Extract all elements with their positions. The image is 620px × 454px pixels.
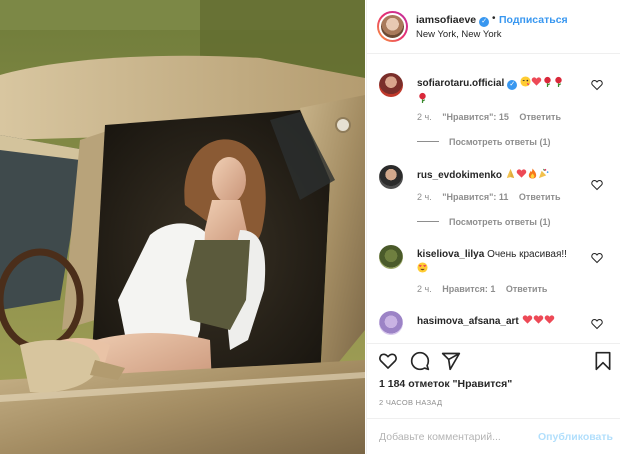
red-heart-icon bbox=[522, 314, 533, 330]
red-heart-icon bbox=[531, 76, 542, 92]
publish-button[interactable]: Опубликовать bbox=[538, 431, 613, 443]
author-username-text[interactable]: iamsofiaeve bbox=[416, 14, 476, 26]
post-action-bar bbox=[367, 343, 620, 375]
author-avatar[interactable] bbox=[377, 11, 408, 42]
post-photo[interactable] bbox=[0, 0, 365, 454]
like-comment-heart-icon[interactable] bbox=[591, 179, 603, 191]
post-timestamp[interactable]: 2 ЧАСОВ НАЗАД bbox=[379, 398, 442, 407]
reply-button[interactable]: Ответить bbox=[519, 192, 561, 202]
comment-meta: 2 ч. "Нравится": 11 Ответить bbox=[417, 192, 569, 202]
fire-icon bbox=[527, 168, 538, 184]
view-replies-label[interactable]: Посмотреть ответы (1) bbox=[449, 217, 550, 227]
instagram-post: iamsofiaeve ✓ • Подписаться New York, New… bbox=[0, 0, 620, 454]
folded-hands-icon bbox=[505, 168, 516, 184]
like-comment-heart-icon[interactable] bbox=[591, 252, 603, 264]
heart-eyes-face-icon bbox=[417, 262, 428, 278]
comment-time: 2 ч. bbox=[417, 112, 432, 122]
rose-icon bbox=[553, 76, 564, 92]
verified-badge-icon: ✓ bbox=[507, 80, 518, 90]
comment-avatar[interactable] bbox=[379, 311, 403, 335]
comments-list[interactable]: sofiarotaru.official ✓ 2 ч. "Нравится": 1… bbox=[367, 55, 620, 343]
comment-text: sofiarotaru.official ✓ bbox=[417, 76, 589, 108]
comment-time: 2 ч. bbox=[417, 192, 432, 202]
red-heart-icon bbox=[544, 314, 555, 330]
comment-avatar[interactable] bbox=[379, 245, 403, 269]
like-comment-heart-icon[interactable] bbox=[591, 318, 603, 330]
comment-username[interactable]: hasimova_afsana_art bbox=[417, 316, 519, 327]
heart-icon[interactable] bbox=[378, 351, 398, 371]
reply-button[interactable]: Ответить bbox=[519, 112, 561, 122]
author-username[interactable]: iamsofiaeve ✓ bbox=[416, 14, 490, 27]
winking-kiss-face-icon bbox=[520, 76, 531, 92]
post-header: iamsofiaeve ✓ • Подписаться New York, New… bbox=[367, 0, 620, 54]
likes-count[interactable]: 1 184 отметок "Нравится" bbox=[379, 378, 512, 390]
replies-divider-line bbox=[417, 141, 439, 142]
rose-icon bbox=[542, 76, 553, 92]
view-replies-button[interactable]: Посмотреть ответы (1) bbox=[417, 217, 550, 227]
rose-icon bbox=[417, 92, 428, 108]
comment-likes-count[interactable]: "Нравится": 11 bbox=[442, 192, 508, 202]
comment-time: 2 ч. bbox=[417, 284, 432, 294]
comment-body: Очень красивая!! bbox=[487, 249, 567, 260]
comment-avatar[interactable] bbox=[379, 165, 403, 189]
verified-badge-icon: ✓ bbox=[479, 17, 490, 27]
bookmark-icon[interactable] bbox=[593, 351, 613, 371]
comment-meta: 2 ч. "Нравится": 15 Ответить bbox=[417, 112, 569, 122]
comment-icon[interactable] bbox=[410, 351, 430, 371]
comment-username[interactable]: kiseliova_lilya bbox=[417, 249, 484, 260]
red-heart-icon bbox=[533, 314, 544, 330]
comment-input[interactable] bbox=[379, 428, 529, 446]
add-comment-section: Опубликовать bbox=[367, 418, 620, 454]
view-replies-button[interactable]: Посмотреть ответы (1) bbox=[417, 137, 550, 147]
like-comment-heart-icon[interactable] bbox=[591, 79, 603, 91]
party-popper-icon bbox=[538, 168, 549, 184]
comment-text: hasimova_afsana_art bbox=[417, 314, 589, 330]
comment-avatar[interactable] bbox=[379, 73, 403, 97]
comment-text: kiseliova_lilya Очень красивая!! bbox=[417, 248, 589, 278]
header-separator: • bbox=[492, 13, 496, 24]
comment-meta: 2 ч. Нравится: 1 Ответить bbox=[417, 284, 555, 294]
follow-button[interactable]: Подписаться bbox=[499, 14, 568, 26]
comment-username[interactable]: sofiarotaru.official bbox=[417, 78, 504, 89]
comment-likes-count[interactable]: "Нравится": 15 bbox=[442, 112, 509, 122]
photo-woman-in-car bbox=[0, 0, 365, 454]
post-location[interactable]: New York, New York bbox=[416, 29, 502, 40]
reply-button[interactable]: Ответить bbox=[506, 284, 548, 294]
comment-text: rus_evdokimenko bbox=[417, 168, 589, 184]
comment-likes-count[interactable]: Нравится: 1 bbox=[442, 284, 495, 294]
comment-username[interactable]: rus_evdokimenko bbox=[417, 170, 502, 181]
replies-divider-line bbox=[417, 221, 439, 222]
share-icon[interactable] bbox=[441, 351, 461, 371]
author-avatar-image bbox=[379, 13, 406, 40]
view-replies-label[interactable]: Посмотреть ответы (1) bbox=[449, 137, 550, 147]
red-heart-icon bbox=[516, 168, 527, 184]
post-side-panel: iamsofiaeve ✓ • Подписаться New York, New… bbox=[366, 0, 620, 454]
